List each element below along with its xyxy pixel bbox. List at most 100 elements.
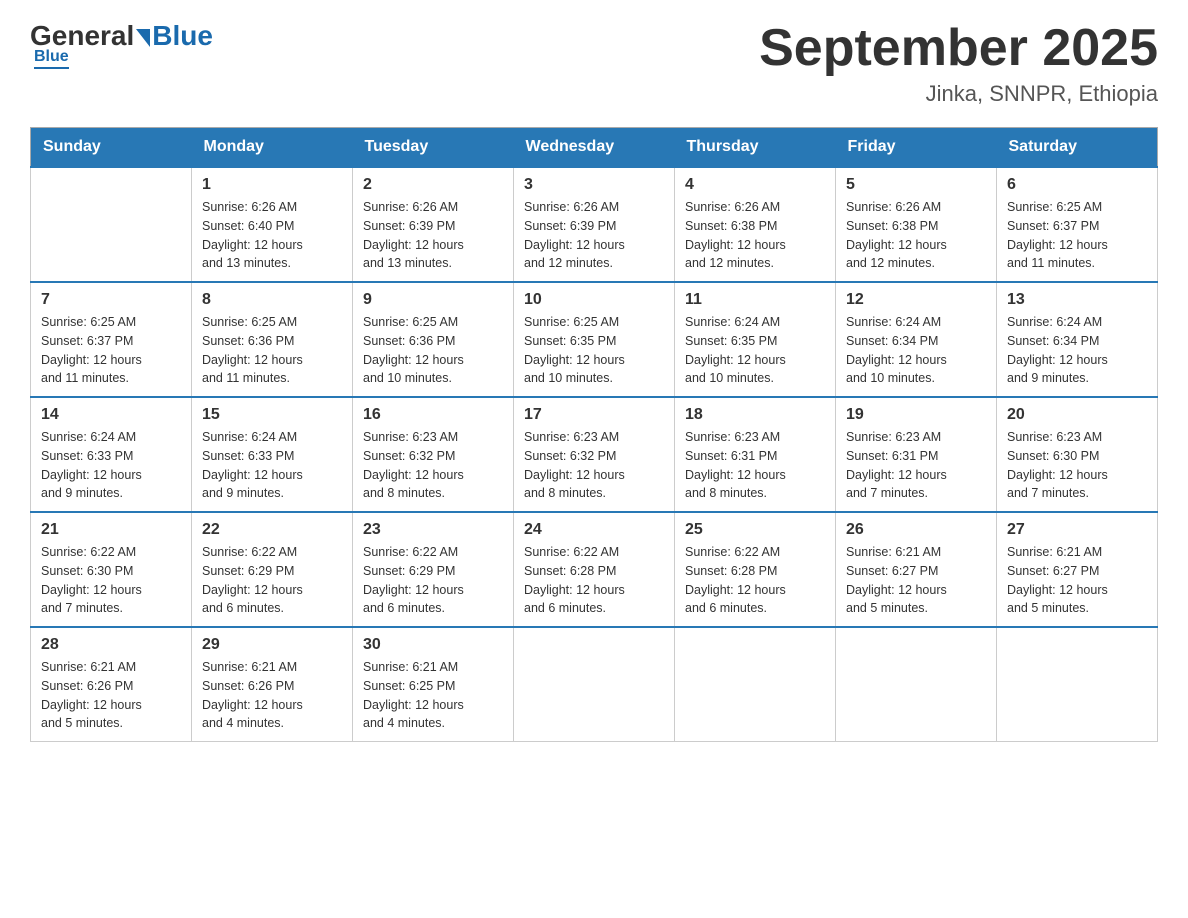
- calendar-cell: 12 Sunrise: 6:24 AM Sunset: 6:34 PM Dayli…: [836, 282, 997, 397]
- day-number: 10: [524, 291, 664, 309]
- day-info: Sunrise: 6:25 AM Sunset: 6:35 PM Dayligh…: [524, 313, 664, 388]
- day-info: Sunrise: 6:22 AM Sunset: 6:28 PM Dayligh…: [524, 543, 664, 618]
- day-number: 12: [846, 291, 986, 309]
- day-number: 2: [363, 176, 503, 194]
- day-info: Sunrise: 6:25 AM Sunset: 6:37 PM Dayligh…: [41, 313, 181, 388]
- calendar-cell: 18Sunrise: 6:23 AM Sunset: 6:31 PM Dayli…: [675, 397, 836, 512]
- page-header: GeneralBlue Blue September 2025 Jinka, S…: [30, 20, 1158, 107]
- day-info: Sunrise: 6:21 AM Sunset: 6:26 PM Dayligh…: [202, 658, 342, 733]
- calendar-table: SundayMondayTuesdayWednesdayThursdayFrid…: [30, 127, 1158, 742]
- calendar-cell: [836, 627, 997, 742]
- day-number: 19: [846, 406, 986, 424]
- day-number: 16: [363, 406, 503, 424]
- day-info: Sunrise: 6:23 AM Sunset: 6:31 PM Dayligh…: [685, 428, 825, 503]
- calendar-subtitle: Jinka, SNNPR, Ethiopia: [759, 81, 1158, 107]
- calendar-cell: [514, 627, 675, 742]
- day-number: 9: [363, 291, 503, 309]
- calendar-title: September 2025: [759, 20, 1158, 77]
- day-number: 14: [41, 406, 181, 424]
- day-number: 21: [41, 521, 181, 539]
- day-number: 25: [685, 521, 825, 539]
- logo-blue-text: Blue: [152, 20, 213, 52]
- column-header-monday: Monday: [192, 128, 353, 168]
- title-block: September 2025 Jinka, SNNPR, Ethiopia: [759, 20, 1158, 107]
- day-number: 15: [202, 406, 342, 424]
- calendar-cell: 16 Sunrise: 6:23 AM Sunset: 6:32 PM Dayli…: [353, 397, 514, 512]
- day-number: 7: [41, 291, 181, 309]
- day-info: Sunrise: 6:26 AM Sunset: 6:38 PM Dayligh…: [846, 198, 986, 273]
- day-number: 5: [846, 176, 986, 194]
- day-info: Sunrise: 6:21 AM Sunset: 6:25 PM Dayligh…: [363, 658, 503, 733]
- calendar-header-row: SundayMondayTuesdayWednesdayThursdayFrid…: [31, 128, 1158, 168]
- day-info: Sunrise: 6:21 AM Sunset: 6:27 PM Dayligh…: [1007, 543, 1147, 618]
- day-info: Sunrise: 6:24 AM Sunset: 6:33 PM Dayligh…: [202, 428, 342, 503]
- day-number: 13: [1007, 291, 1147, 309]
- calendar-cell: 9 Sunrise: 6:25 AM Sunset: 6:36 PM Daylig…: [353, 282, 514, 397]
- calendar-cell: 20 Sunrise: 6:23 AM Sunset: 6:30 PM Dayli…: [997, 397, 1158, 512]
- day-number: 29: [202, 636, 342, 654]
- calendar-cell: 29 Sunrise: 6:21 AM Sunset: 6:26 PM Dayli…: [192, 627, 353, 742]
- calendar-cell: 8Sunrise: 6:25 AM Sunset: 6:36 PM Daylig…: [192, 282, 353, 397]
- day-info: Sunrise: 6:26 AM Sunset: 6:38 PM Dayligh…: [685, 198, 825, 273]
- day-info: Sunrise: 6:23 AM Sunset: 6:30 PM Dayligh…: [1007, 428, 1147, 503]
- day-number: 20: [1007, 406, 1147, 424]
- calendar-cell: 22 Sunrise: 6:22 AM Sunset: 6:29 PM Dayli…: [192, 512, 353, 627]
- logo-underline: Blue: [34, 48, 69, 69]
- day-info: Sunrise: 6:24 AM Sunset: 6:34 PM Dayligh…: [1007, 313, 1147, 388]
- day-info: Sunrise: 6:23 AM Sunset: 6:32 PM Dayligh…: [363, 428, 503, 503]
- calendar-cell: 11Sunrise: 6:24 AM Sunset: 6:35 PM Dayli…: [675, 282, 836, 397]
- column-header-tuesday: Tuesday: [353, 128, 514, 168]
- calendar-cell: 3Sunrise: 6:26 AM Sunset: 6:39 PM Daylig…: [514, 167, 675, 282]
- calendar-cell: 13 Sunrise: 6:24 AM Sunset: 6:34 PM Dayli…: [997, 282, 1158, 397]
- day-info: Sunrise: 6:21 AM Sunset: 6:26 PM Dayligh…: [41, 658, 181, 733]
- calendar-cell: 25 Sunrise: 6:22 AM Sunset: 6:28 PM Dayli…: [675, 512, 836, 627]
- day-number: 27: [1007, 521, 1147, 539]
- day-number: 30: [363, 636, 503, 654]
- day-number: 3: [524, 176, 664, 194]
- day-number: 22: [202, 521, 342, 539]
- calendar-cell: 15 Sunrise: 6:24 AM Sunset: 6:33 PM Dayli…: [192, 397, 353, 512]
- column-header-friday: Friday: [836, 128, 997, 168]
- day-info: Sunrise: 6:24 AM Sunset: 6:35 PM Dayligh…: [685, 313, 825, 388]
- day-info: Sunrise: 6:22 AM Sunset: 6:29 PM Dayligh…: [202, 543, 342, 618]
- day-info: Sunrise: 6:22 AM Sunset: 6:28 PM Dayligh…: [685, 543, 825, 618]
- day-number: 6: [1007, 176, 1147, 194]
- column-header-thursday: Thursday: [675, 128, 836, 168]
- day-number: 26: [846, 521, 986, 539]
- day-info: Sunrise: 6:23 AM Sunset: 6:32 PM Dayligh…: [524, 428, 664, 503]
- day-number: 24: [524, 521, 664, 539]
- calendar-cell: [31, 167, 192, 282]
- calendar-week-row: 28 Sunrise: 6:21 AM Sunset: 6:26 PM Dayli…: [31, 627, 1158, 742]
- day-info: Sunrise: 6:26 AM Sunset: 6:39 PM Dayligh…: [363, 198, 503, 273]
- calendar-cell: 7 Sunrise: 6:25 AM Sunset: 6:37 PM Daylig…: [31, 282, 192, 397]
- day-number: 8: [202, 291, 342, 309]
- calendar-cell: 28 Sunrise: 6:21 AM Sunset: 6:26 PM Dayli…: [31, 627, 192, 742]
- day-info: Sunrise: 6:25 AM Sunset: 6:36 PM Dayligh…: [363, 313, 503, 388]
- calendar-cell: 2 Sunrise: 6:26 AM Sunset: 6:39 PM Daylig…: [353, 167, 514, 282]
- calendar-cell: [675, 627, 836, 742]
- day-info: Sunrise: 6:22 AM Sunset: 6:30 PM Dayligh…: [41, 543, 181, 618]
- calendar-week-row: 1 Sunrise: 6:26 AM Sunset: 6:40 PM Daylig…: [31, 167, 1158, 282]
- day-info: Sunrise: 6:23 AM Sunset: 6:31 PM Dayligh…: [846, 428, 986, 503]
- calendar-cell: 10 Sunrise: 6:25 AM Sunset: 6:35 PM Dayli…: [514, 282, 675, 397]
- day-number: 1: [202, 176, 342, 194]
- day-number: 4: [685, 176, 825, 194]
- calendar-cell: 6Sunrise: 6:25 AM Sunset: 6:37 PM Daylig…: [997, 167, 1158, 282]
- day-info: Sunrise: 6:22 AM Sunset: 6:29 PM Dayligh…: [363, 543, 503, 618]
- day-number: 17: [524, 406, 664, 424]
- calendar-cell: 24 Sunrise: 6:22 AM Sunset: 6:28 PM Dayli…: [514, 512, 675, 627]
- calendar-week-row: 14 Sunrise: 6:24 AM Sunset: 6:33 PM Dayli…: [31, 397, 1158, 512]
- column-header-sunday: Sunday: [31, 128, 192, 168]
- day-info: Sunrise: 6:26 AM Sunset: 6:40 PM Dayligh…: [202, 198, 342, 273]
- calendar-cell: 23Sunrise: 6:22 AM Sunset: 6:29 PM Dayli…: [353, 512, 514, 627]
- calendar-cell: 21 Sunrise: 6:22 AM Sunset: 6:30 PM Dayli…: [31, 512, 192, 627]
- calendar-cell: 1 Sunrise: 6:26 AM Sunset: 6:40 PM Daylig…: [192, 167, 353, 282]
- day-number: 28: [41, 636, 181, 654]
- calendar-cell: 17 Sunrise: 6:23 AM Sunset: 6:32 PM Dayli…: [514, 397, 675, 512]
- calendar-cell: [997, 627, 1158, 742]
- calendar-cell: 4 Sunrise: 6:26 AM Sunset: 6:38 PM Daylig…: [675, 167, 836, 282]
- day-info: Sunrise: 6:21 AM Sunset: 6:27 PM Dayligh…: [846, 543, 986, 618]
- logo-arrow-icon: [136, 29, 150, 47]
- day-info: Sunrise: 6:24 AM Sunset: 6:33 PM Dayligh…: [41, 428, 181, 503]
- day-info: Sunrise: 6:24 AM Sunset: 6:34 PM Dayligh…: [846, 313, 986, 388]
